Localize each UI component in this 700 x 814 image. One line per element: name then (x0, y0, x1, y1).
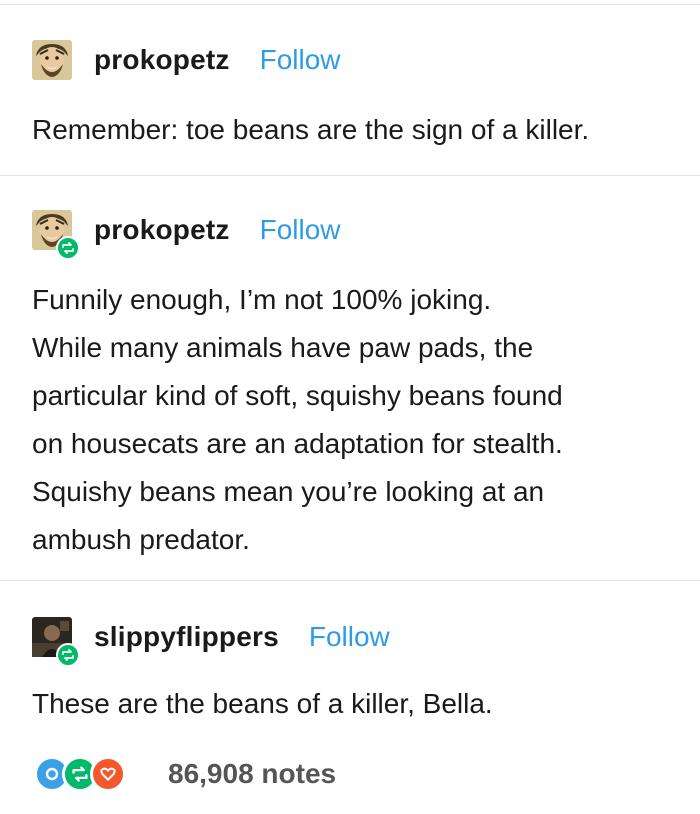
post-2-header: prokopetz Follow (32, 210, 341, 260)
post-2-line: ambush predator. (32, 524, 250, 555)
post-3-header: slippyflippers Follow (32, 617, 390, 667)
post-2-line: on housecats are an adaptation for steal… (32, 428, 563, 459)
post-2-username[interactable]: prokopetz (94, 214, 230, 246)
post-1-header: prokopetz Follow (32, 40, 341, 80)
reblog-badge (56, 643, 80, 667)
reblog-badge (56, 236, 80, 260)
post-2-line: Funnily enough, I’m not 100% joking. (32, 284, 492, 315)
post-3-line: These are the beans of a killer, Bella. (32, 688, 493, 719)
post-3-follow-button[interactable]: Follow (309, 621, 390, 653)
reblog-icon (62, 242, 74, 254)
avatar[interactable] (32, 210, 80, 260)
avatar[interactable] (32, 40, 72, 80)
post-1-username[interactable]: prokopetz (94, 44, 230, 76)
post-1-follow-button[interactable]: Follow (260, 44, 341, 76)
post-3-username[interactable]: slippyflippers (94, 621, 279, 653)
post-1-text: Remember: toe beans are the sign of a ki… (32, 106, 672, 154)
reblog-icon (62, 649, 74, 661)
post-2-line: Squishy beans mean you’re looking at an (32, 476, 545, 507)
bearded-man-avatar-icon (32, 40, 72, 80)
top-divider (0, 4, 700, 5)
post-divider (0, 175, 700, 176)
notes-count[interactable]: 86,908 notes (168, 758, 336, 790)
notes-row[interactable]: 86,908 notes (34, 754, 336, 794)
avatar[interactable] (32, 617, 80, 667)
post-2-text: Funnily enough, I’m not 100% joking. Whi… (32, 276, 672, 564)
post-1-line: Remember: toe beans are the sign of a ki… (32, 114, 590, 145)
post-2-follow-button[interactable]: Follow (260, 214, 341, 246)
post-2-line: While many animals have paw pads, the (32, 332, 534, 363)
note-icons (34, 756, 146, 792)
post-divider (0, 580, 700, 581)
heart-icon (90, 756, 126, 792)
post-3-text: These are the beans of a killer, Bella. (32, 680, 672, 728)
post-2-line: particular kind of soft, squishy beans f… (32, 380, 563, 411)
